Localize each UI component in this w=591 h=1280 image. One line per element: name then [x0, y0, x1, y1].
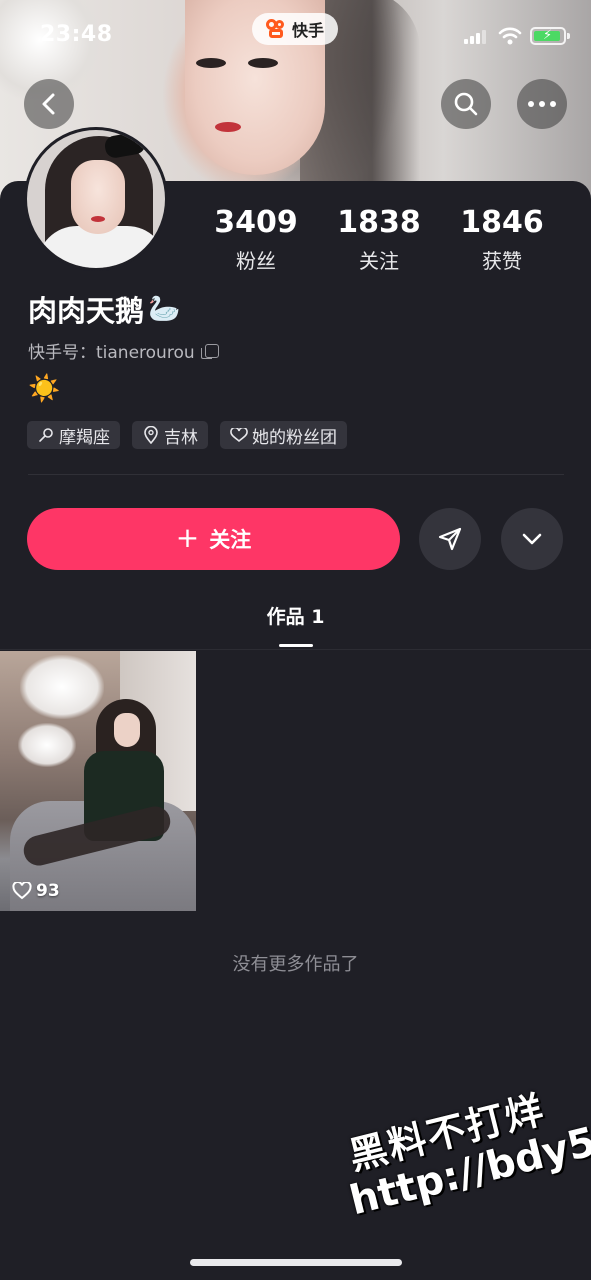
kuaishou-id[interactable]: 快手号：tianerourou — [28, 338, 219, 363]
tab-works[interactable]: 作品 1 — [0, 602, 591, 629]
heart-icon — [12, 882, 32, 900]
tag-zodiac[interactable]: 摩羯座 — [27, 421, 120, 449]
cellular-signal-icon — [464, 30, 486, 44]
wifi-icon — [498, 27, 522, 45]
profile-name: 肉肉天鹅 🦢 — [28, 288, 180, 330]
work-likes: 93 — [12, 881, 60, 901]
plus-icon: + — [175, 521, 200, 554]
follow-button-label: 关注 — [209, 528, 252, 552]
profile-tags: 摩羯座 吉林 她的粉丝团 — [27, 421, 347, 449]
kuaishou-logo-icon — [265, 19, 288, 39]
status-bar: 23:48 快手 ⚡ — [0, 0, 591, 70]
work-thumbnail[interactable]: 93 — [0, 651, 196, 911]
section-divider — [28, 474, 564, 475]
stat-likes-value: 1846 — [460, 205, 544, 240]
expand-button[interactable] — [501, 508, 563, 570]
status-time: 23:48 — [40, 22, 113, 47]
chevron-down-icon — [522, 533, 542, 545]
tag-location[interactable]: 吉林 — [132, 421, 208, 449]
stat-following[interactable]: 1838 关注 — [319, 205, 439, 274]
kuaishou-badge: 快手 — [252, 13, 338, 45]
fan-club-icon — [230, 426, 248, 444]
copy-icon[interactable] — [200, 343, 219, 359]
stat-likes-label: 获赞 — [482, 249, 522, 273]
location-pin-icon — [142, 426, 160, 444]
back-button[interactable] — [24, 79, 74, 129]
send-icon — [438, 527, 462, 551]
more-dots-icon — [528, 101, 556, 107]
bio-sun-emoji: ☀️ — [28, 374, 61, 404]
stat-following-value: 1838 — [337, 205, 421, 240]
tag-fan-club-label: 她的粉丝团 — [252, 427, 337, 448]
stat-likes[interactable]: 1846 获赞 — [442, 205, 562, 274]
tag-location-label: 吉林 — [164, 427, 198, 448]
stat-following-label: 关注 — [359, 249, 399, 273]
message-button[interactable] — [419, 508, 481, 570]
no-more-works-text: 没有更多作品了 — [232, 954, 359, 975]
tab-active-indicator — [279, 644, 313, 647]
tag-zodiac-label: 摩羯座 — [59, 427, 110, 448]
swan-emoji: 🦢 — [148, 294, 181, 324]
kuaishou-id-text: 快手号：tianerourou — [28, 343, 195, 363]
search-button[interactable] — [441, 79, 491, 129]
tag-fan-club[interactable]: 她的粉丝团 — [220, 421, 347, 449]
battery-icon: ⚡ — [530, 27, 570, 45]
stat-fans[interactable]: 3409 粉丝 — [196, 205, 316, 274]
profile-name-text: 肉肉天鹅 — [28, 294, 145, 328]
work-likes-count: 93 — [36, 881, 60, 901]
search-icon — [454, 92, 478, 116]
stat-fans-label: 粉丝 — [236, 249, 276, 273]
home-indicator[interactable] — [190, 1259, 402, 1266]
zodiac-icon — [37, 426, 55, 444]
kuaishou-badge-label: 快手 — [291, 21, 324, 40]
follow-button[interactable]: + 关注 — [27, 508, 400, 570]
avatar[interactable] — [24, 127, 168, 271]
chevron-left-icon — [42, 93, 55, 115]
tab-divider — [0, 649, 591, 650]
more-button[interactable] — [517, 79, 567, 129]
stat-fans-value: 3409 — [214, 205, 298, 240]
